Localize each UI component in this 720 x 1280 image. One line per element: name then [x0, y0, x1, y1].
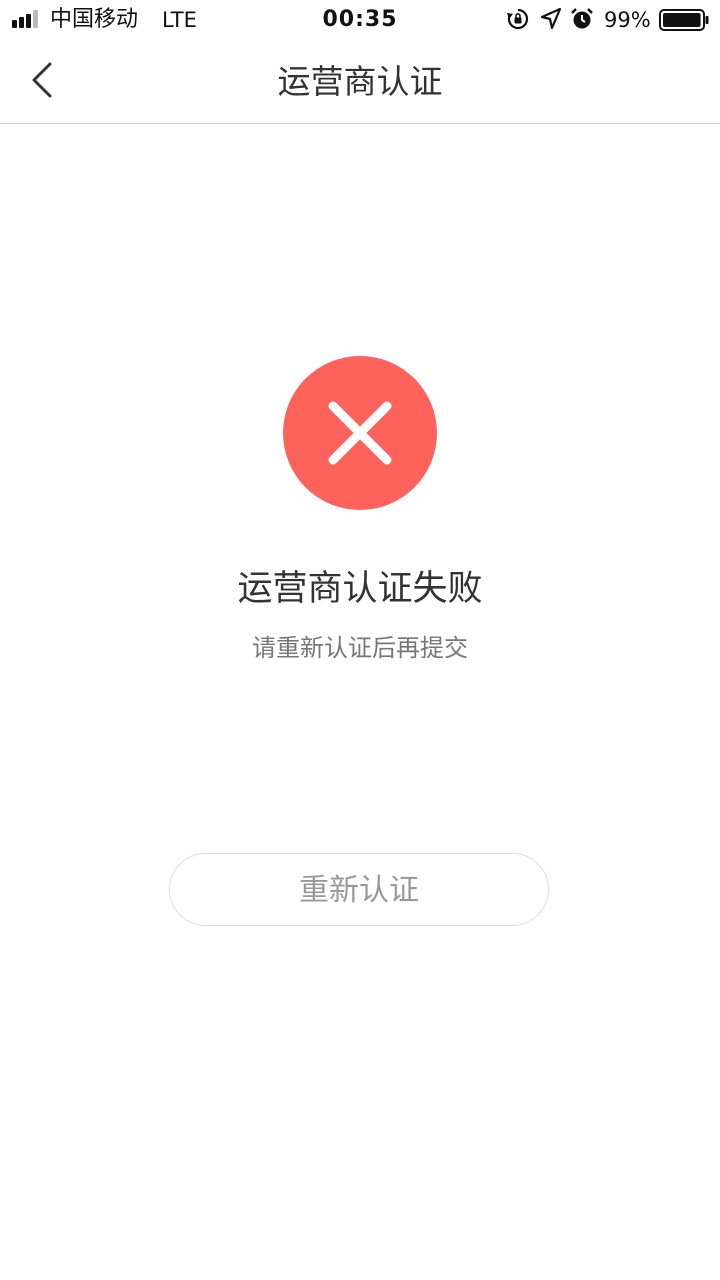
battery-icon — [659, 9, 709, 31]
result-subtitle: 请重新认证后再提交 — [252, 634, 468, 662]
status-bar: 中国移动 LTE 00:35 99% — [0, 0, 720, 40]
page-title: 运营商认证 — [277, 62, 443, 101]
error-x-icon — [283, 356, 437, 510]
result-title: 运营商认证失败 — [237, 569, 483, 609]
battery-percent: 99% — [604, 8, 651, 32]
screen: 中国移动 LTE 00:35 99% 运营商认证 运营商认证失败 请重新认证后再… — [0, 0, 720, 1280]
location-icon — [540, 7, 562, 30]
alarm-icon — [571, 8, 593, 29]
retry-verification-button[interactable]: 重新认证 — [169, 853, 549, 926]
nav-bar: 运营商认证 — [0, 40, 720, 124]
orientation-lock-icon — [507, 8, 529, 30]
